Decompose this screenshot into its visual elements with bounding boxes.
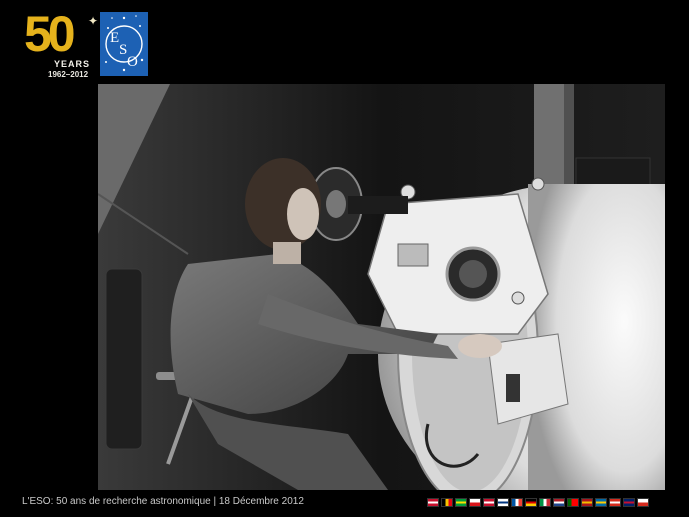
sweden-flag [595,498,607,507]
eso-letter-o: O [127,54,138,70]
brazil-flag [455,498,467,507]
eso-letter-e: E [110,30,119,46]
france-flag [511,498,523,507]
netherlands-flag [553,498,565,507]
years-label: YEARS [54,59,91,69]
austria-flag [427,498,439,507]
czech-flag [469,498,481,507]
italy-flag [539,498,551,507]
denmark-flag [483,498,495,507]
belgium-flag [441,498,453,507]
eso-emblem-icon: E S O [105,15,144,72]
telescope-operator-illustration [98,84,665,490]
footer-caption: L'ESO: 50 ans de recherche astronomique … [22,496,304,507]
member-flags [427,498,649,507]
portugal-flag [567,498,579,507]
chile-flag [637,498,649,507]
switzerland-flag [609,498,621,507]
germany-flag [525,498,537,507]
star-icon: ✦ [88,14,99,28]
eso-logo: E S O [100,12,148,76]
anniversary-number: 50 [24,6,76,62]
spain-flag [581,498,593,507]
uk-flag [623,498,635,507]
eso-50-years-logo: 50 ✦ YEARS 1962–2012 [24,6,99,79]
finland-flag [497,498,509,507]
year-span: 1962–2012 [48,70,89,79]
main-photo [98,84,665,490]
